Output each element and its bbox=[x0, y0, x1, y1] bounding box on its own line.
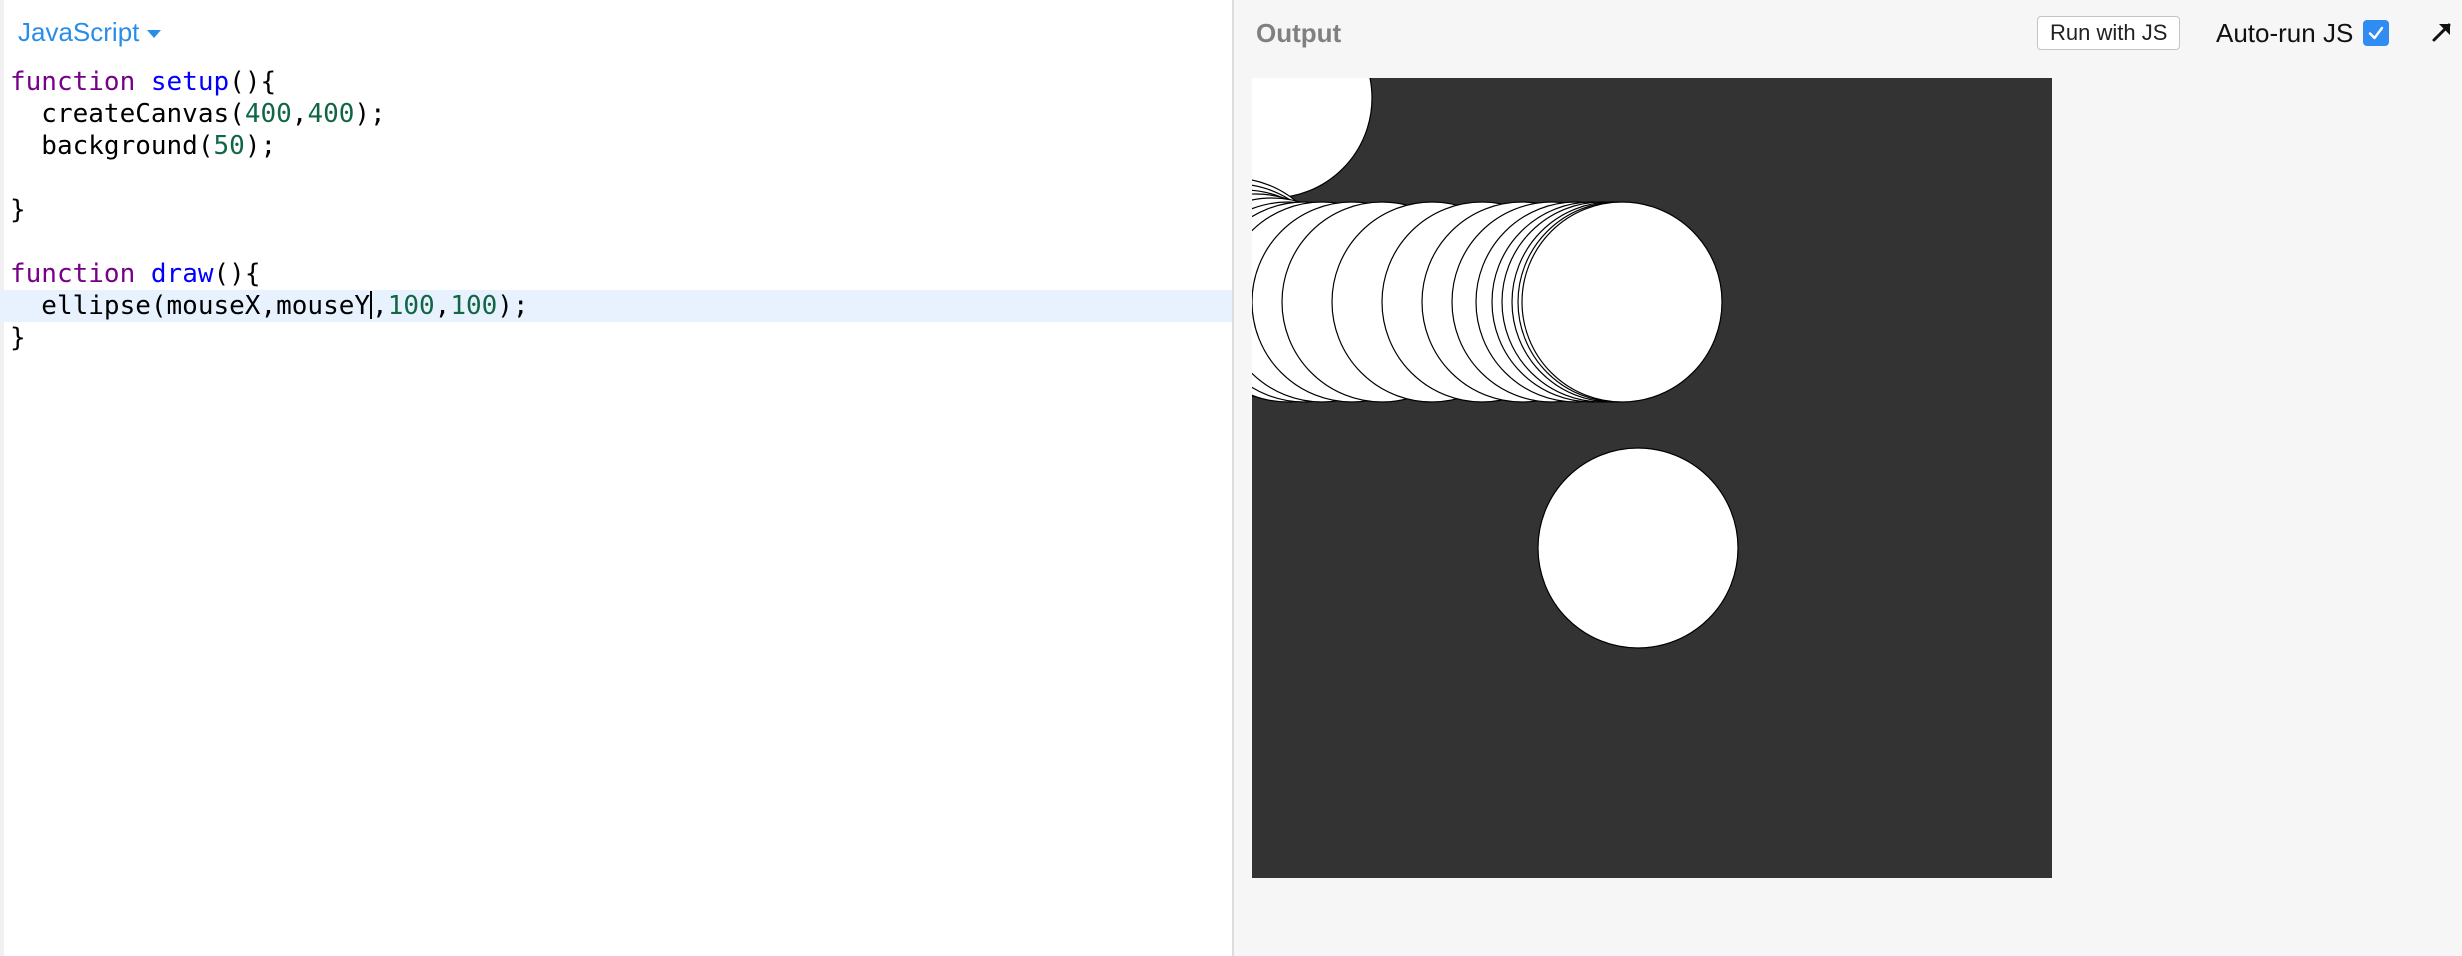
app-root: JavaScript function setup(){ createCanva… bbox=[0, 0, 2462, 956]
code-token: ); bbox=[244, 131, 277, 161]
code-token: 400 bbox=[244, 99, 292, 129]
code-token: createCanvas( bbox=[10, 99, 245, 129]
drawn-ellipse bbox=[1537, 447, 1739, 649]
code-line[interactable]: function draw(){ bbox=[0, 258, 1232, 290]
code-token: , bbox=[291, 99, 308, 129]
code-token: setup bbox=[150, 67, 230, 97]
code-token: draw bbox=[150, 259, 214, 289]
code-token: 400 bbox=[307, 99, 355, 129]
code-line[interactable]: function setup(){ bbox=[0, 66, 1232, 98]
code-token: } bbox=[10, 195, 26, 225]
code-token: 100 bbox=[387, 291, 435, 321]
language-label: JavaScript bbox=[18, 16, 140, 47]
code-text-area[interactable]: function setup(){ createCanvas(400,400);… bbox=[0, 66, 1232, 354]
code-token: function bbox=[10, 67, 136, 97]
code-token: } bbox=[10, 323, 26, 353]
code-token: , bbox=[372, 291, 388, 321]
code-token: 50 bbox=[213, 131, 245, 161]
run-with-js-button[interactable]: Run with JS bbox=[2037, 16, 2181, 50]
code-line[interactable]: } bbox=[0, 194, 1232, 226]
chevron-down-icon bbox=[147, 30, 162, 38]
code-token: , bbox=[434, 291, 451, 321]
autorun-checkbox[interactable] bbox=[2363, 20, 2390, 46]
code-line[interactable] bbox=[0, 162, 1232, 194]
checkmark-icon bbox=[2369, 26, 2384, 40]
autorun-label: Auto-run JS bbox=[2216, 17, 2354, 48]
code-editor-pane: JavaScript function setup(){ createCanva… bbox=[0, 0, 1234, 956]
code-token: ); bbox=[354, 99, 386, 129]
code-line[interactable]: } bbox=[0, 322, 1232, 354]
code-line[interactable] bbox=[0, 226, 1232, 258]
code-token: function bbox=[10, 259, 136, 289]
autorun-toggle[interactable]: Auto-run JS bbox=[2216, 16, 2390, 50]
code-token: (){ bbox=[229, 67, 277, 97]
code-token: 100 bbox=[450, 291, 498, 321]
code-line[interactable]: createCanvas(400,400); bbox=[0, 98, 1232, 130]
code-token: (){ bbox=[213, 259, 261, 289]
output-pane: Output Run with JS Auto-run JS bbox=[1131, 0, 2462, 956]
code-line[interactable]: ellipse(mouseX,mouseY,100,100); bbox=[0, 290, 1232, 322]
language-selector[interactable]: JavaScript bbox=[18, 14, 162, 50]
code-token: background( bbox=[10, 131, 214, 161]
code-token: ellipse(mouseX,mouseY bbox=[10, 291, 371, 321]
output-canvas[interactable] bbox=[1131, 0, 2052, 878]
sketch-canvas bbox=[1131, 0, 2052, 878]
code-line[interactable]: background(50); bbox=[0, 130, 1232, 162]
expand-icon[interactable] bbox=[2428, 18, 2456, 46]
code-token: ); bbox=[497, 291, 529, 321]
drawn-ellipse bbox=[1521, 201, 1723, 403]
output-title: Output bbox=[1256, 18, 1342, 48]
